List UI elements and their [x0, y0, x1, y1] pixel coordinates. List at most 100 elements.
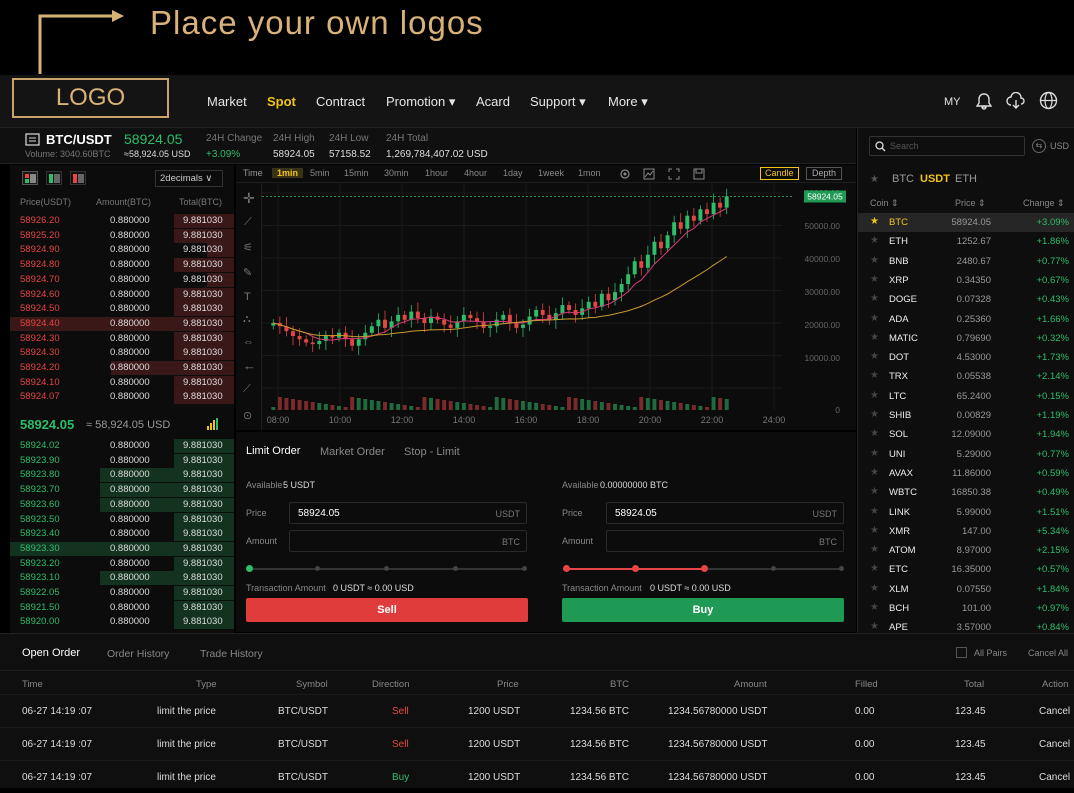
star-icon[interactable]: ★ — [870, 351, 879, 362]
book-row[interactable]: 58924.80 0.880000 9.881030 — [10, 258, 234, 273]
trendline-icon[interactable]: ⟋ — [244, 216, 252, 229]
currency-toggle-icon[interactable]: ⇆ — [1032, 139, 1046, 153]
star-icon[interactable]: ★ — [870, 235, 879, 246]
book-row[interactable]: 58923.70 0.880000 9.881030 — [10, 483, 234, 498]
pair-name[interactable]: BTC/USDT — [46, 132, 112, 147]
book-row[interactable]: 58924.50 0.880000 9.881030 — [10, 302, 234, 317]
market-row-sol[interactable]: ★ SOL 12.09000 +1.94% — [858, 425, 1074, 444]
star-icon[interactable]: ★ — [870, 467, 879, 478]
book-row[interactable]: 58924.90 0.880000 9.881030 — [10, 243, 234, 258]
book-asks-icon[interactable] — [70, 171, 86, 185]
market-row-avax[interactable]: ★ AVAX 11.86000 +0.59% — [858, 464, 1074, 483]
market-row-ltc[interactable]: ★ LTC 65.2400 +0.15% — [858, 387, 1074, 406]
sell-slider-mark[interactable] — [563, 565, 570, 572]
star-icon[interactable]: ★ — [870, 602, 879, 613]
star-icon[interactable]: ★ — [870, 216, 879, 227]
interval-1mon[interactable]: 1mon — [578, 168, 601, 178]
buy-slider-mark[interactable] — [315, 566, 320, 571]
interval-4hour[interactable]: 4hour — [464, 168, 487, 178]
decimals-select[interactable]: 2decimals ∨ — [155, 170, 223, 187]
book-row[interactable]: 58924.20 0.880000 9.881030 — [10, 361, 234, 376]
collapse-icon[interactable]: ⊙ — [243, 409, 252, 422]
star-icon[interactable]: ★ — [870, 544, 879, 555]
market-row-xlm[interactable]: ★ XLM 0.07550 +1.84% — [858, 580, 1074, 599]
measure-icon[interactable]: ⇔ — [243, 336, 254, 348]
book-row[interactable]: 58924.02 0.880000 9.881030 — [10, 439, 234, 454]
cancel-order-button[interactable]: Cancel — [1039, 706, 1070, 717]
market-row-ada[interactable]: ★ ADA 0.25360 +1.66% — [858, 310, 1074, 329]
book-row[interactable]: 58924.30 0.880000 9.881030 — [10, 331, 234, 347]
market-header-price[interactable]: Price ⇕ — [955, 198, 986, 209]
star-icon[interactable]: ★ — [870, 506, 879, 517]
market-row-xrp[interactable]: ★ XRP 0.34350 +0.67% — [858, 271, 1074, 290]
interval-1week[interactable]: 1week — [538, 168, 564, 178]
star-icon[interactable]: ★ — [870, 525, 879, 536]
star-icon[interactable]: ★ — [870, 332, 879, 343]
market-row-btc[interactable]: ★ BTC 58924.05 +3.09% — [858, 213, 1074, 233]
sell-amount-input[interactable]: BTC — [606, 530, 844, 552]
search-input[interactable]: Search — [869, 136, 1025, 156]
buy-amount-input[interactable]: BTC — [289, 530, 527, 552]
buy-slider-handle[interactable] — [246, 565, 253, 572]
nav-support[interactable]: Support ▾ — [530, 94, 586, 110]
cancel-all-button[interactable]: Cancel All — [1028, 648, 1068, 658]
sell-slider-mark[interactable] — [771, 566, 776, 571]
book-row[interactable]: 58923.90 0.880000 9.881030 — [10, 453, 234, 469]
interval-15min[interactable]: 15min — [344, 168, 369, 178]
book-row[interactable]: 58923.10 0.880000 9.881030 — [10, 571, 234, 586]
interval-1min[interactable]: 1min — [272, 168, 304, 178]
market-tab-btc[interactable]: BTC — [892, 173, 914, 185]
sell-price-input[interactable]: 58924.05 USDT — [606, 502, 844, 524]
market-tab-eth[interactable]: ETH — [955, 173, 977, 185]
currency-label[interactable]: USD — [1050, 141, 1069, 151]
book-bids-icon[interactable] — [46, 171, 62, 185]
settings-icon[interactable] — [619, 168, 631, 180]
download-icon[interactable] — [1006, 92, 1026, 110]
star-icon[interactable]: ★ — [870, 563, 879, 574]
interval-1day[interactable]: 1day — [503, 168, 523, 178]
text-tool-icon[interactable]: T — [244, 291, 251, 303]
star-icon[interactable]: ★ — [870, 293, 879, 304]
language-selector[interactable]: MY — [944, 96, 961, 108]
all-pairs-checkbox[interactable] — [956, 647, 967, 658]
market-header-coin[interactable]: Coin ⇕ — [870, 198, 899, 209]
indicator-icon[interactable] — [643, 168, 655, 180]
nav-acard[interactable]: Acard — [476, 94, 510, 109]
market-row-atom[interactable]: ★ ATOM 8.97000 +2.15% — [858, 541, 1074, 560]
cancel-order-button[interactable]: Cancel — [1039, 772, 1070, 783]
book-row[interactable]: 58920.00 0.880000 9.881030 — [10, 615, 234, 630]
market-row-shib[interactable]: ★ SHIB 0.00829 +1.19% — [858, 406, 1074, 425]
book-row[interactable]: 58926.20 0.880000 9.881030 — [10, 214, 234, 229]
star-icon[interactable]: ★ — [870, 274, 879, 285]
depth-toggle[interactable]: Depth — [806, 167, 843, 180]
brush-icon[interactable]: ✎ — [243, 266, 252, 279]
fullscreen-icon[interactable] — [668, 168, 680, 180]
book-row[interactable]: 58922.05 0.880000 9.881030 — [10, 586, 234, 601]
star-icon[interactable]: ★ — [870, 313, 879, 324]
back-arrow-icon[interactable]: ← — [243, 358, 256, 373]
star-icon[interactable]: ★ — [870, 583, 879, 594]
crosshair-icon[interactable]: ✛ — [243, 190, 255, 207]
market-row-uni[interactable]: ★ UNI 5.29000 +0.77% — [858, 445, 1074, 464]
nav-promotion[interactable]: Promotion ▾ — [386, 94, 455, 110]
logo-placeholder[interactable]: LOGO — [12, 78, 169, 118]
star-icon[interactable]: ★ — [870, 255, 879, 266]
bell-icon[interactable] — [975, 92, 993, 110]
tab-stop-limit[interactable]: Stop - Limit — [404, 446, 460, 458]
star-icon[interactable]: ★ — [870, 409, 879, 420]
book-row[interactable]: 58924.07 0.880000 9.881030 — [10, 390, 234, 405]
market-row-wbtc[interactable]: ★ WBTC 16850.38 +0.49% — [858, 483, 1074, 502]
sell-slider-mark[interactable] — [632, 565, 639, 572]
book-row[interactable]: 58923.80 0.880000 9.881030 — [10, 468, 234, 483]
sell-slider-handle[interactable] — [701, 565, 708, 572]
book-row[interactable]: 58923.40 0.880000 9.881030 — [10, 527, 234, 542]
candlestick-chart[interactable]: 60000.0050000.0040000.0030000.0020000.00… — [262, 183, 856, 430]
book-row[interactable]: 58923.30 0.880000 9.881030 — [10, 541, 234, 557]
star-icon[interactable]: ★ — [870, 621, 879, 632]
star-icon[interactable]: ★ — [870, 448, 879, 459]
nav-more[interactable]: More ▾ — [608, 94, 648, 110]
interval-1hour[interactable]: 1hour — [425, 168, 448, 178]
nav-spot[interactable]: Spot — [267, 94, 296, 109]
book-row[interactable]: 58924.30 0.880000 9.881030 — [10, 346, 234, 361]
tab-market-order[interactable]: Market Order — [320, 446, 385, 458]
